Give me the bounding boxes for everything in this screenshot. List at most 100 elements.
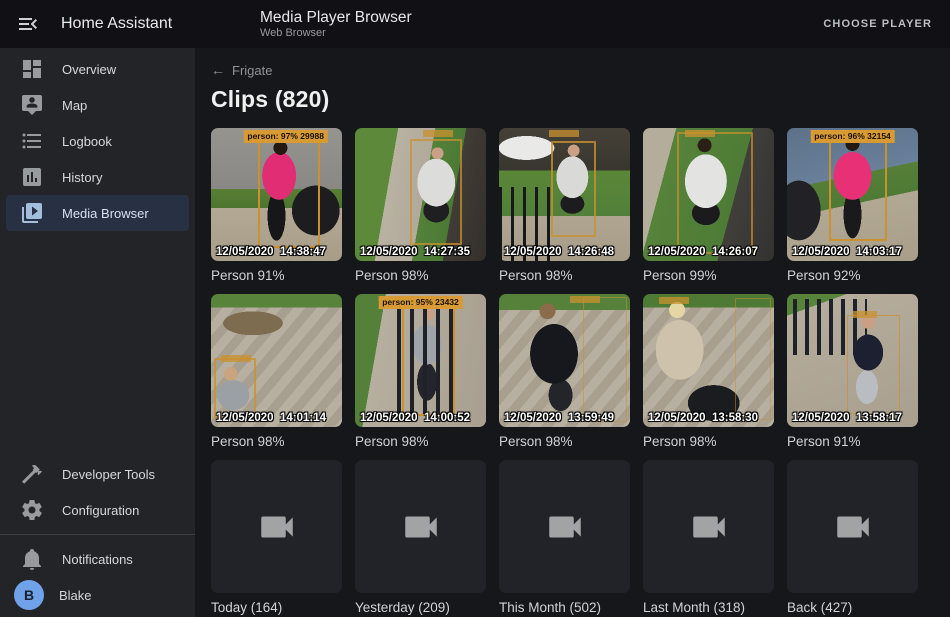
detection-bounding-box (583, 297, 628, 422)
sidebar-item-label: Overview (62, 62, 116, 77)
folder-label: Back (427) (787, 600, 918, 615)
detection-bounding-box (735, 298, 772, 420)
clip-card[interactable]: person: 97% 29988 12/05/2020 14:38:47 Pe… (211, 128, 342, 283)
clip-timestamp: 12/05/2020 14:03:17 (792, 246, 918, 258)
clip-timestamp: 12/05/2020 14:38:47 (216, 246, 342, 258)
sidebar-item-history[interactable]: History (6, 159, 189, 195)
clip-timestamp: 12/05/2020 13:58:17 (792, 412, 918, 424)
account-tooltip-icon (20, 93, 44, 117)
detection-bounding-box (410, 139, 462, 245)
sidebar-header: Home Assistant (0, 12, 195, 36)
avatar: B (14, 580, 44, 610)
video-camera-icon (256, 506, 298, 548)
sidebar-item-notifications[interactable]: Notifications (6, 541, 189, 577)
list-bulleted-icon (20, 129, 44, 153)
folder-label: This Month (502) (499, 600, 630, 615)
page-subtitle: Web Browser (260, 27, 412, 40)
sidebar-item-label: Configuration (62, 503, 139, 518)
detection-bounding-box (551, 141, 596, 237)
sidebar-item-configuration[interactable]: Configuration (6, 492, 189, 528)
video-camera-icon (400, 506, 442, 548)
folder-card-this-month[interactable]: This Month (502) (499, 460, 630, 615)
folder-label: Today (164) (211, 600, 342, 615)
play-box-multiple-icon (20, 201, 44, 225)
clip-thumbnail: person: 96% 32154 12/05/2020 14:03:17 (787, 128, 918, 261)
folder-thumbnail (355, 460, 486, 593)
detection-bounding-box (402, 305, 454, 417)
clip-card[interactable]: 12/05/2020 13:58:30 Person 98% (643, 294, 774, 449)
breadcrumb-back[interactable]: ← Frigate (211, 62, 272, 78)
video-camera-icon (544, 506, 586, 548)
clip-thumbnail: 12/05/2020 14:26:07 (643, 128, 774, 261)
clip-thumbnail: 12/05/2020 14:01:14 (211, 294, 342, 427)
sidebar-item-map[interactable]: Map (6, 87, 189, 123)
clip-card[interactable]: 12/05/2020 14:27:35 Person 98% (355, 128, 486, 283)
clip-card[interactable]: 12/05/2020 14:01:14 Person 98% (211, 294, 342, 449)
clip-timestamp: 12/05/2020 13:58:30 (648, 412, 774, 424)
folder-card-last-month[interactable]: Last Month (318) (643, 460, 774, 615)
detection-label-small (659, 297, 689, 304)
clip-label: Person 98% (211, 434, 342, 449)
video-camera-icon (832, 506, 874, 548)
clip-thumbnail: person: 95% 23432 12/05/2020 14:00:52 (355, 294, 486, 427)
gear-icon (20, 498, 44, 522)
sidebar-item-logbook[interactable]: Logbook (6, 123, 189, 159)
clip-thumbnail: 12/05/2020 13:58:17 (787, 294, 918, 427)
clip-timestamp: 12/05/2020 14:27:35 (360, 246, 486, 258)
clip-thumbnail: person: 97% 29988 12/05/2020 14:38:47 (211, 128, 342, 261)
clip-label: Person 91% (787, 434, 918, 449)
detection-label: person: 97% 29988 (243, 130, 328, 143)
clip-card[interactable]: person: 96% 32154 12/05/2020 14:03:17 Pe… (787, 128, 918, 283)
folder-label: Last Month (318) (643, 600, 774, 615)
sidebar-item-media-browser[interactable]: Media Browser (6, 195, 189, 231)
clip-card[interactable]: 12/05/2020 13:58:17 Person 91% (787, 294, 918, 449)
folder-thumbnail (499, 460, 630, 593)
clip-card[interactable]: person: 95% 23432 12/05/2020 14:00:52 Pe… (355, 294, 486, 449)
app-title: Home Assistant (61, 15, 172, 33)
page-title: Media Player Browser (260, 9, 412, 27)
choose-player-button[interactable]: CHOOSE PLAYER (813, 10, 942, 38)
clip-label: Person 98% (355, 268, 486, 283)
clip-card[interactable]: 12/05/2020 14:26:48 Person 98% (499, 128, 630, 283)
sidebar-bottom: Developer Tools Configuration Notificati… (0, 456, 195, 613)
detection-label-small (685, 130, 715, 137)
clip-label: Person 98% (643, 434, 774, 449)
hammer-icon (20, 462, 44, 486)
media-browser-content: ← Frigate Clips (820) person: 97% 29988 … (195, 48, 950, 617)
section-title: Clips (820) (211, 86, 950, 113)
sidebar-item-overview[interactable]: Overview (6, 51, 189, 87)
detection-bounding-box (847, 315, 899, 413)
folder-thumbnail (643, 460, 774, 593)
clip-label: Person 98% (499, 434, 630, 449)
sidebar-divider (0, 534, 195, 535)
chart-box-icon (20, 165, 44, 189)
clip-label: Person 92% (787, 268, 918, 283)
clip-thumbnail: 12/05/2020 13:59:49 (499, 294, 630, 427)
detection-label-small (423, 130, 453, 137)
folder-card-today[interactable]: Today (164) (211, 460, 342, 615)
sidebar-item-label: Map (62, 98, 87, 113)
clip-label: Person 99% (643, 268, 774, 283)
sidebar-item-developer-tools[interactable]: Developer Tools (6, 456, 189, 492)
clip-card[interactable]: 12/05/2020 13:59:49 Person 98% (499, 294, 630, 449)
sidebar-item-user-profile[interactable]: B Blake (6, 577, 189, 613)
clip-timestamp: 12/05/2020 13:59:49 (504, 412, 630, 424)
media-grid: person: 97% 29988 12/05/2020 14:38:47 Pe… (211, 128, 950, 615)
folder-card-back[interactable]: Back (427) (787, 460, 918, 615)
detection-label-small (570, 296, 600, 303)
top-app-bar: Home Assistant Media Player Browser Web … (0, 0, 950, 48)
sidebar-item-label: History (62, 170, 102, 185)
clip-timestamp: 12/05/2020 14:26:07 (648, 246, 774, 258)
sidebar-item-label: Logbook (62, 134, 112, 149)
clip-card[interactable]: 12/05/2020 14:26:07 Person 99% (643, 128, 774, 283)
detection-label-small (549, 130, 579, 137)
clip-thumbnail: 12/05/2020 13:58:30 (643, 294, 774, 427)
folder-label: Yesterday (209) (355, 600, 486, 615)
content-header-bar: Media Player Browser Web Browser CHOOSE … (195, 0, 950, 48)
detection-bounding-box (258, 135, 320, 248)
clip-thumbnail: 12/05/2020 14:26:48 (499, 128, 630, 261)
folder-thumbnail (787, 460, 918, 593)
folder-card-yesterday[interactable]: Yesterday (209) (355, 460, 486, 615)
menu-open-icon[interactable] (16, 12, 40, 36)
clip-label: Person 98% (355, 434, 486, 449)
